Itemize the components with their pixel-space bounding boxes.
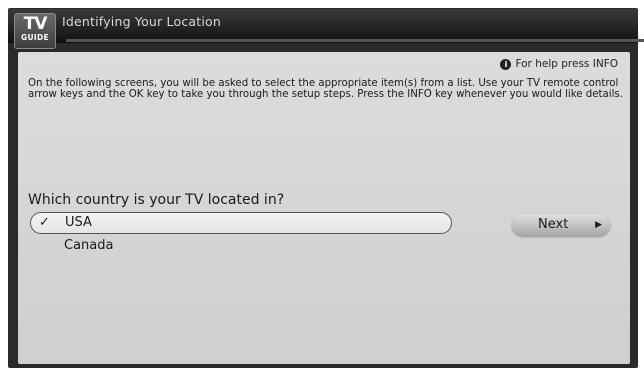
question-label: Which country is your TV located in? bbox=[28, 192, 285, 208]
content-panel: i For help press INFO On the following s… bbox=[18, 52, 630, 364]
next-button[interactable]: Next ▶ bbox=[512, 214, 610, 236]
tv-guide-logo: TV GUIDE bbox=[14, 13, 56, 49]
logo-guide-text: GUIDE bbox=[21, 33, 49, 42]
page-title: Identifying Your Location bbox=[62, 14, 222, 29]
next-button-label: Next bbox=[538, 217, 569, 232]
logo-tv-text: TV bbox=[23, 14, 48, 34]
help-text: For help press INFO bbox=[515, 58, 618, 70]
arrow-right-icon: ▶ bbox=[595, 220, 602, 230]
info-icon: i bbox=[500, 58, 512, 70]
option-usa[interactable]: ✓ USA bbox=[30, 212, 452, 234]
instructions-text: On the following screens, you will be as… bbox=[28, 78, 623, 100]
help-hint: i For help press INFO bbox=[500, 58, 618, 70]
option-label: Canada bbox=[64, 238, 114, 253]
header-divider bbox=[66, 39, 644, 42]
checkmark-icon: ✓ bbox=[39, 215, 50, 230]
option-canada[interactable]: Canada bbox=[30, 236, 450, 256]
option-label: USA bbox=[65, 215, 92, 230]
